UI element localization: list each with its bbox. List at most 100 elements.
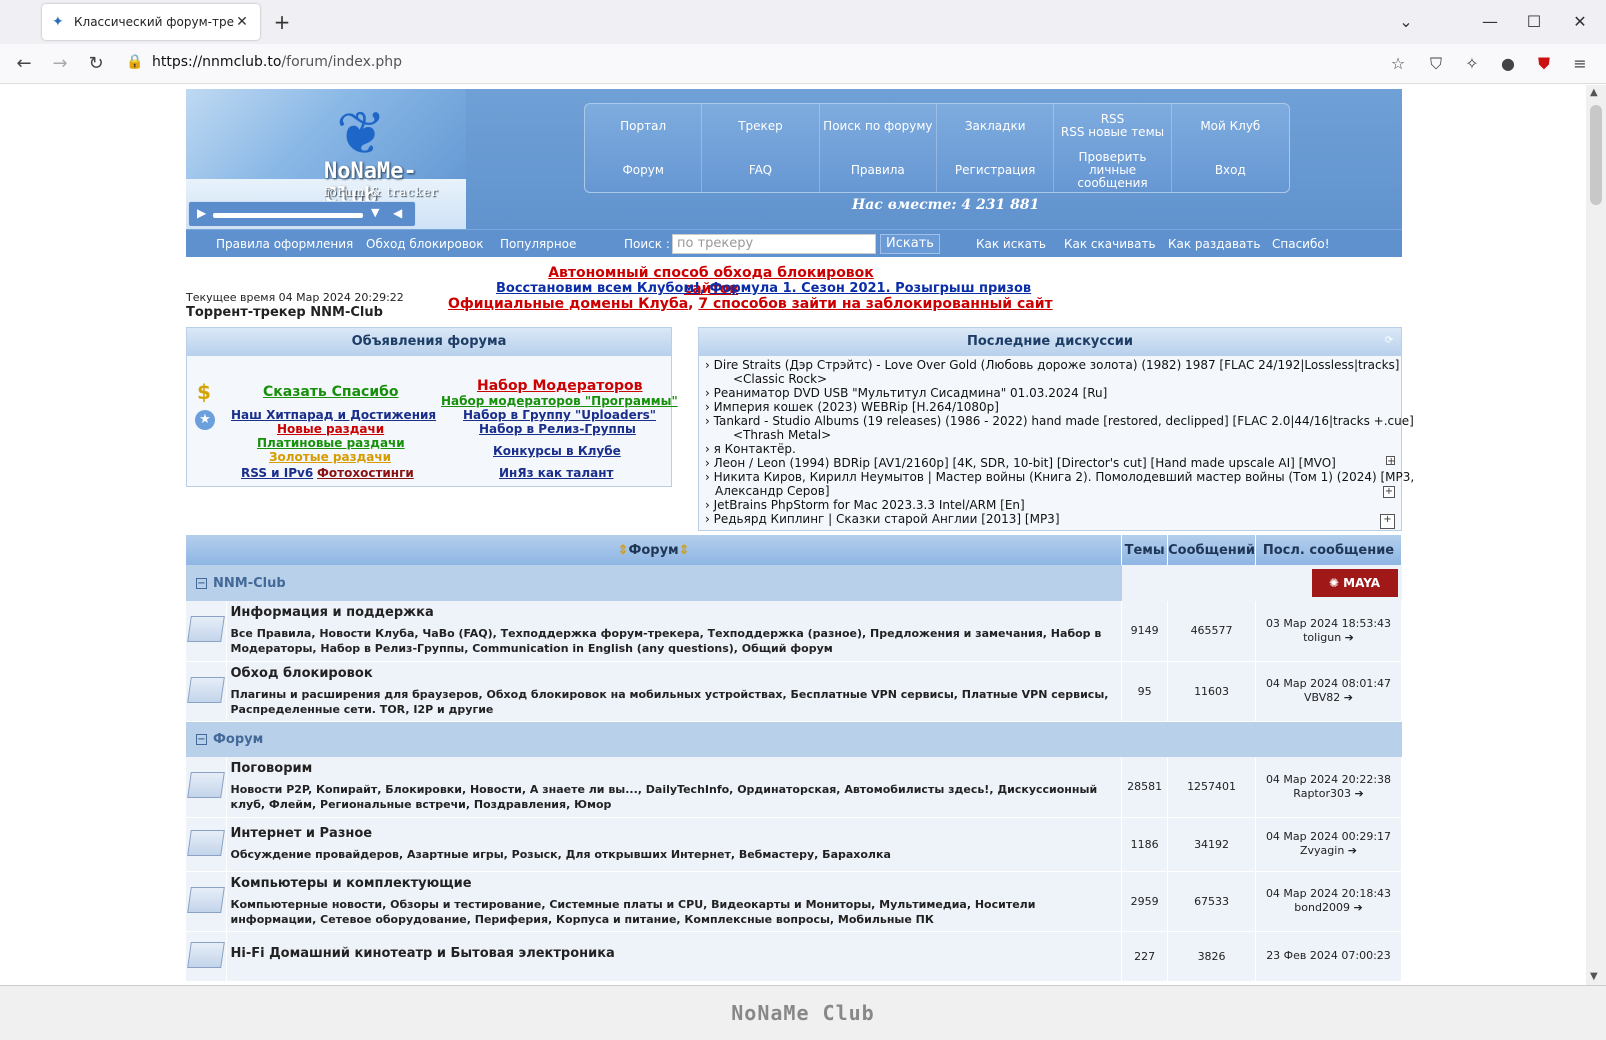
expand-icon[interactable]: + — [1380, 514, 1395, 529]
last-post[interactable]: 04 Мар 2024 08:01:47 VBV82 ➔ — [1255, 661, 1402, 722]
discussion-item[interactable]: › Dire Straits (Дэр Стрэйтс) - Love Over… — [705, 358, 1399, 372]
search-input[interactable]: по трекеру — [672, 234, 876, 254]
menu-my-club[interactable]: Мой Клуб — [1172, 104, 1289, 148]
ad-photohost[interactable]: Фотохостинги — [317, 466, 414, 480]
forum-row[interactable]: Интернет и Разное Обсуждение провайдеров,… — [186, 817, 1402, 872]
back-icon[interactable]: ← — [12, 52, 36, 76]
menu-faq[interactable]: FAQ — [702, 148, 820, 192]
subforum-list[interactable] — [227, 963, 1122, 969]
forum-name[interactable]: Поговорим — [227, 759, 1122, 778]
announce-restore-link[interactable]: Восстановим всем Клубом! — [496, 281, 700, 296]
ad-platinum[interactable]: Платиновые раздачи — [257, 436, 405, 450]
menu-private-messages[interactable]: Проверить личные сообщения — [1054, 148, 1172, 192]
scroll-up-icon[interactable]: ▲ — [1590, 87, 1598, 98]
new-tab-button[interactable]: + — [270, 10, 294, 34]
volume-icon[interactable]: ◀ — [393, 206, 402, 220]
forum-row[interactable]: Поговорим Новости P2P, Копирайт, Блокиров… — [186, 757, 1402, 818]
last-post[interactable]: 04 Мар 2024 20:22:38 Raptor303 ➔ — [1255, 757, 1402, 818]
ad-release-groups[interactable]: Набор в Релиз-Группы — [479, 422, 636, 436]
account-icon[interactable]: ● — [1496, 52, 1520, 76]
subnav-how-seed[interactable]: Как раздавать — [1168, 237, 1260, 251]
discussion-item[interactable]: › JetBrains PhpStorm for Mac 2023.3.3 In… — [705, 498, 1395, 512]
subnav-bypass[interactable]: Обход блокировок — [366, 237, 483, 251]
menu-portal[interactable]: Портал — [585, 104, 703, 148]
ad-moderators[interactable]: Набор Модераторов — [477, 378, 643, 394]
search-button[interactable]: Искать — [880, 234, 940, 254]
subforum-list[interactable]: Все Правила, Новости Клуба, ЧаВо (FAQ), … — [227, 622, 1122, 658]
forum-row[interactable]: Информация и поддержка Все Правила, Новос… — [186, 601, 1402, 662]
announce-f1-link[interactable]: Формула 1. Сезон 2021. Розыгрыш призов — [710, 281, 1032, 296]
forward-icon[interactable]: → — [48, 52, 72, 76]
discussion-item[interactable]: › Никита Киров, Кирилл Неумытов | Мастер… — [705, 470, 1414, 484]
subnav-how-search[interactable]: Как искать — [976, 237, 1046, 251]
player-progress[interactable] — [213, 213, 363, 218]
address-bar[interactable]: https://nnmclub.to/forum/index.php — [152, 54, 402, 70]
last-post[interactable]: 23 Фев 2024 07:00:23 — [1255, 931, 1402, 982]
sort-icon[interactable]: ⇕ — [679, 543, 690, 558]
maya-banner-icon[interactable]: ✺ MAYA — [1311, 569, 1398, 597]
sort-icon[interactable]: ⇕ — [618, 543, 629, 558]
subforum-list[interactable]: Компьютерные новости, Обзоры и тестирова… — [227, 893, 1122, 929]
reload-icon[interactable]: ↻ — [84, 52, 108, 76]
expand-icon[interactable]: + — [1383, 486, 1395, 498]
subnav-how-download[interactable]: Как скачивать — [1064, 237, 1156, 251]
discussion-item[interactable]: › Реаниматор DVD USB "Мультитул Сисадмин… — [705, 386, 1395, 400]
announce-ways-link[interactable]: 7 способов зайти на заблокированный сайт — [698, 296, 1052, 312]
forum-row[interactable]: Обход блокировок Плагины и расширения для… — [186, 661, 1402, 722]
ad-languages[interactable]: ИнЯз как талант — [499, 466, 613, 480]
ad-contests[interactable]: Конкурсы в Клубе — [493, 444, 621, 458]
ad-say-thanks[interactable]: Сказать Спасибо — [263, 384, 399, 400]
extension-icon[interactable]: ✧ — [1460, 52, 1484, 76]
ad-uploaders[interactable]: Набор в Группу "Uploaders" — [463, 408, 656, 422]
subforum-list[interactable]: Новости P2P, Копирайт, Блокировки, Новос… — [227, 778, 1122, 814]
subnav-rules[interactable]: Правила оформления — [216, 237, 353, 251]
discussion-item[interactable]: › Tankard - Studio Albums (19 releases) … — [705, 414, 1414, 428]
ad-hitparade[interactable]: Наш Хитпарад и Достижения — [231, 408, 436, 422]
tab-list-chevron-icon[interactable]: ⌄ — [1394, 10, 1418, 34]
menu-tracker[interactable]: Трекер — [702, 104, 820, 148]
forum-name[interactable]: Информация и поддержка — [227, 603, 1122, 622]
play-icon[interactable]: ▶ — [197, 206, 206, 220]
ad-mod-programs[interactable]: Набор модераторов "Программы" — [441, 394, 678, 408]
active-tab[interactable]: ✦ Классический форум-трекер ✕ — [42, 4, 260, 40]
discussion-item[interactable]: › Леон / Leon (1994) BDRip [AV1/2160p] [… — [705, 456, 1395, 470]
star-icon[interactable]: ☆ — [1386, 52, 1410, 76]
menu-login[interactable]: Вход — [1172, 148, 1289, 192]
collapse-icon[interactable]: − — [196, 577, 207, 589]
subforum-list[interactable]: Плагины и расширения для браузеров, Обхо… — [227, 683, 1122, 719]
subforum-list[interactable]: Обсуждение провайдеров, Азартные игры, Р… — [227, 843, 1122, 864]
collapse-icon[interactable]: − — [196, 733, 207, 745]
discussion-item[interactable]: › я Контактёр. — [705, 442, 1395, 456]
close-window-button[interactable]: ✕ — [1568, 10, 1592, 34]
lock-icon[interactable]: 🔒 — [126, 54, 143, 70]
chevron-down-icon[interactable]: ▼ — [371, 206, 379, 219]
menu-forum-search[interactable]: Поиск по форуму — [820, 104, 937, 148]
refresh-icon[interactable]: ⟳ — [1383, 336, 1395, 348]
menu-rss[interactable]: RSS RSS новые темы — [1054, 104, 1172, 148]
forum-name[interactable]: Hi-Fi Домашний кинотеатр и Бытовая элект… — [227, 944, 1122, 963]
audio-player[interactable]: ▶ ▼ ◀ — [188, 201, 416, 227]
subnav-popular[interactable]: Популярное — [500, 237, 576, 251]
menu-rules[interactable]: Правила — [820, 148, 937, 192]
scroll-down-icon[interactable]: ▼ — [1590, 971, 1598, 982]
discussion-item[interactable]: › Редьярд Киплинг | Сказки старой Англии… — [705, 512, 1395, 526]
last-post[interactable]: 04 Мар 2024 00:29:17 Zvyagin ➔ — [1255, 817, 1402, 872]
page-scrollbar[interactable]: ▲ ▼ — [1586, 85, 1606, 985]
expand-icon[interactable]: + — [1386, 456, 1395, 467]
maximize-button[interactable]: ☐ — [1522, 10, 1546, 34]
scroll-thumb[interactable] — [1590, 105, 1602, 205]
ad-new-releases[interactable]: Новые раздачи — [277, 422, 384, 436]
close-tab-icon[interactable]: ✕ — [234, 14, 250, 30]
category-nnm-club[interactable]: − NNM-Club — [186, 565, 1122, 601]
menu-bookmarks[interactable]: Закладки — [937, 104, 1055, 148]
minimize-button[interactable]: — — [1478, 10, 1502, 34]
ad-gold[interactable]: Золотые раздачи — [269, 450, 391, 464]
last-post[interactable]: 04 Мар 2024 20:18:43 bond2009 ➔ — [1255, 871, 1402, 932]
forum-name[interactable]: Обход блокировок — [227, 664, 1122, 683]
ublock-icon[interactable]: ⛊ — [1532, 52, 1556, 76]
forum-name[interactable]: Компьютеры и комплектующие — [227, 874, 1122, 893]
forum-row[interactable]: Компьютеры и комплектующие Компьютерные н… — [186, 871, 1402, 932]
menu-register[interactable]: Регистрация — [937, 148, 1055, 192]
menu-icon[interactable]: ≡ — [1568, 52, 1592, 76]
menu-forum[interactable]: Форум — [585, 148, 703, 192]
